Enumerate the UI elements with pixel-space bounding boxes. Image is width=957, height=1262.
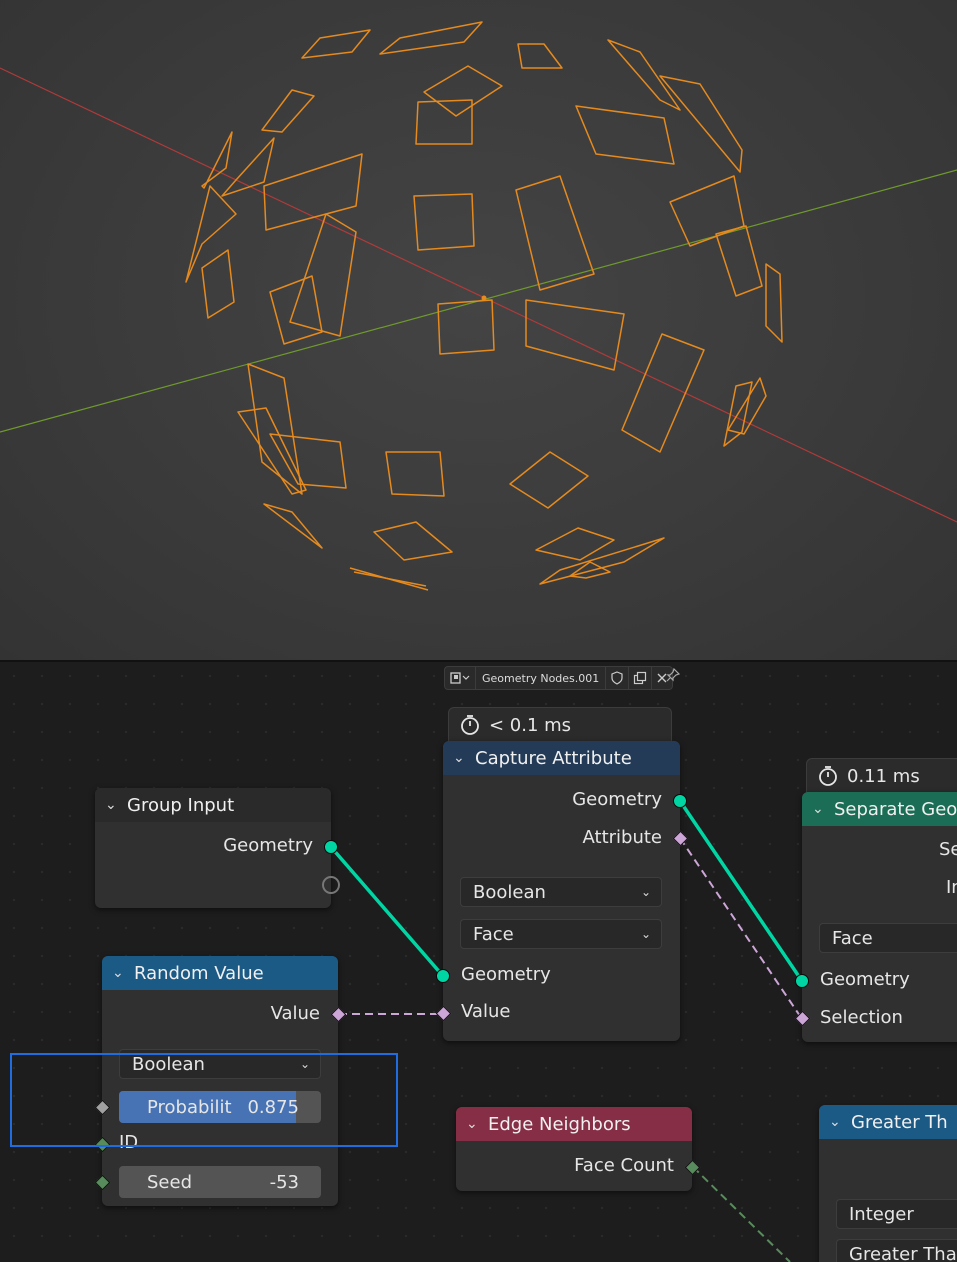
separate-geometry-title: Separate Geo xyxy=(834,798,957,820)
capture-output-geometry-socket[interactable] xyxy=(673,794,687,808)
collapse-chevron-icon[interactable]: ⌄ xyxy=(812,801,834,817)
x-axis-line xyxy=(0,67,957,523)
edge-neighbors-title: Edge Neighbors xyxy=(488,1113,631,1135)
group-input-node[interactable]: ⌄ Group Input Geometry xyxy=(95,788,340,908)
capture-attribute-node[interactable]: ⌄ Capture Attribute Geometry Attribute B… xyxy=(435,741,689,1041)
viewport-scene xyxy=(0,21,957,591)
node-group-name[interactable]: Geometry Nodes.001 xyxy=(476,672,605,685)
collapse-chevron-icon[interactable]: ⌄ xyxy=(829,1114,851,1130)
edge-neighbors-output-face-count: Face Count xyxy=(574,1155,674,1176)
collapse-chevron-icon[interactable]: ⌄ xyxy=(112,965,134,981)
separate-output-inverted: In xyxy=(946,877,957,898)
capture-attribute-timing: < 0.1 ms xyxy=(489,714,572,736)
capture-output-geometry: Geometry xyxy=(572,789,662,810)
capture-attribute-header[interactable]: ⌄ Capture Attribute xyxy=(443,741,680,775)
capture-domain-value: Face xyxy=(473,923,514,945)
capture-input-geometry: Geometry xyxy=(461,964,551,985)
link-capture-attribute xyxy=(679,837,803,1020)
edge-neighbors-header[interactable]: ⌄ Edge Neighbors xyxy=(456,1107,692,1141)
3d-viewport[interactable] xyxy=(0,0,957,660)
random-value-title: Random Value xyxy=(134,962,264,984)
greater-than-node[interactable]: ⌄ Greater Th Integer Greater Tha xyxy=(819,1105,957,1262)
collapse-chevron-icon[interactable]: ⌄ xyxy=(105,797,127,813)
capture-attribute-title: Capture Attribute xyxy=(475,747,632,769)
capture-data-type-value: Boolean xyxy=(473,881,546,903)
origin-point xyxy=(481,295,487,301)
wireframe-faces xyxy=(185,21,783,591)
chevron-down-icon: ⌄ xyxy=(640,885,651,899)
greater-than-title: Greater Th xyxy=(851,1111,948,1133)
capture-input-geometry-socket[interactable] xyxy=(436,969,450,983)
separate-geometry-node[interactable]: ⌄ Separate Geo Se In Face Geometry Selec… xyxy=(794,792,957,1042)
separate-output-selection: Se xyxy=(939,839,957,860)
collapse-chevron-icon[interactable]: ⌄ xyxy=(466,1116,488,1132)
separate-geometry-header[interactable]: ⌄ Separate Geo xyxy=(802,792,957,826)
seed-field[interactable]: Seed -53 xyxy=(119,1166,321,1198)
fake-user-shield-icon[interactable] xyxy=(605,667,630,689)
node-editor[interactable]: Geometry Nodes.001 < 0.1 ms ⌄ Capture At… xyxy=(0,662,957,1262)
group-input-empty-socket[interactable] xyxy=(322,876,340,894)
capture-input-value: Value xyxy=(461,1001,511,1022)
separate-input-geometry-socket[interactable] xyxy=(795,974,809,988)
capture-output-attribute: Attribute xyxy=(582,827,662,848)
capture-attribute-timer: < 0.1 ms xyxy=(448,707,672,742)
group-input-output-geometry: Geometry xyxy=(223,835,313,856)
group-input-header[interactable]: ⌄ Group Input xyxy=(95,788,331,822)
separate-input-geometry: Geometry xyxy=(820,969,910,990)
separate-input-selection: Selection xyxy=(820,1007,903,1028)
random-value-header[interactable]: ⌄ Random Value xyxy=(102,956,338,990)
group-input-geometry-socket[interactable] xyxy=(324,840,338,854)
greater-than-header[interactable]: ⌄ Greater Th xyxy=(819,1105,957,1139)
greater-than-operation-value: Greater Tha xyxy=(849,1243,957,1262)
seed-label: Seed xyxy=(147,1171,192,1193)
greater-than-data-type-dropdown[interactable]: Integer xyxy=(836,1199,957,1229)
pin-icon[interactable] xyxy=(666,667,681,686)
chevron-down-icon: ⌄ xyxy=(640,927,651,941)
group-input-title: Group Input xyxy=(127,794,235,816)
capture-data-type-dropdown[interactable]: Boolean ⌄ xyxy=(460,877,662,907)
separate-geometry-timing: 0.11 ms xyxy=(847,765,920,787)
stopwatch-icon xyxy=(817,765,839,787)
capture-domain-dropdown[interactable]: Face ⌄ xyxy=(460,919,662,949)
seed-value: -53 xyxy=(269,1171,299,1193)
duplicate-icon[interactable] xyxy=(629,667,653,689)
edge-neighbors-node[interactable]: ⌄ Edge Neighbors Face Count xyxy=(456,1107,701,1191)
separate-domain-value: Face xyxy=(832,927,873,949)
collapse-chevron-icon[interactable]: ⌄ xyxy=(453,750,475,766)
greater-than-data-type-value: Integer xyxy=(849,1203,914,1225)
selection-highlight-box xyxy=(10,1053,398,1147)
node-tree-icon[interactable] xyxy=(445,667,476,689)
node-group-selector[interactable]: Geometry Nodes.001 xyxy=(444,666,674,690)
link-capture-geometry xyxy=(678,800,804,982)
random-value-output-value: Value xyxy=(270,1003,320,1024)
separate-domain-dropdown[interactable]: Face xyxy=(819,923,957,953)
greater-than-operation-dropdown[interactable]: Greater Tha xyxy=(836,1239,957,1262)
link-face-count xyxy=(692,1166,791,1262)
separate-geometry-timer: 0.11 ms xyxy=(806,758,957,793)
link-group-input-geometry xyxy=(329,845,445,978)
stopwatch-icon xyxy=(459,714,481,736)
